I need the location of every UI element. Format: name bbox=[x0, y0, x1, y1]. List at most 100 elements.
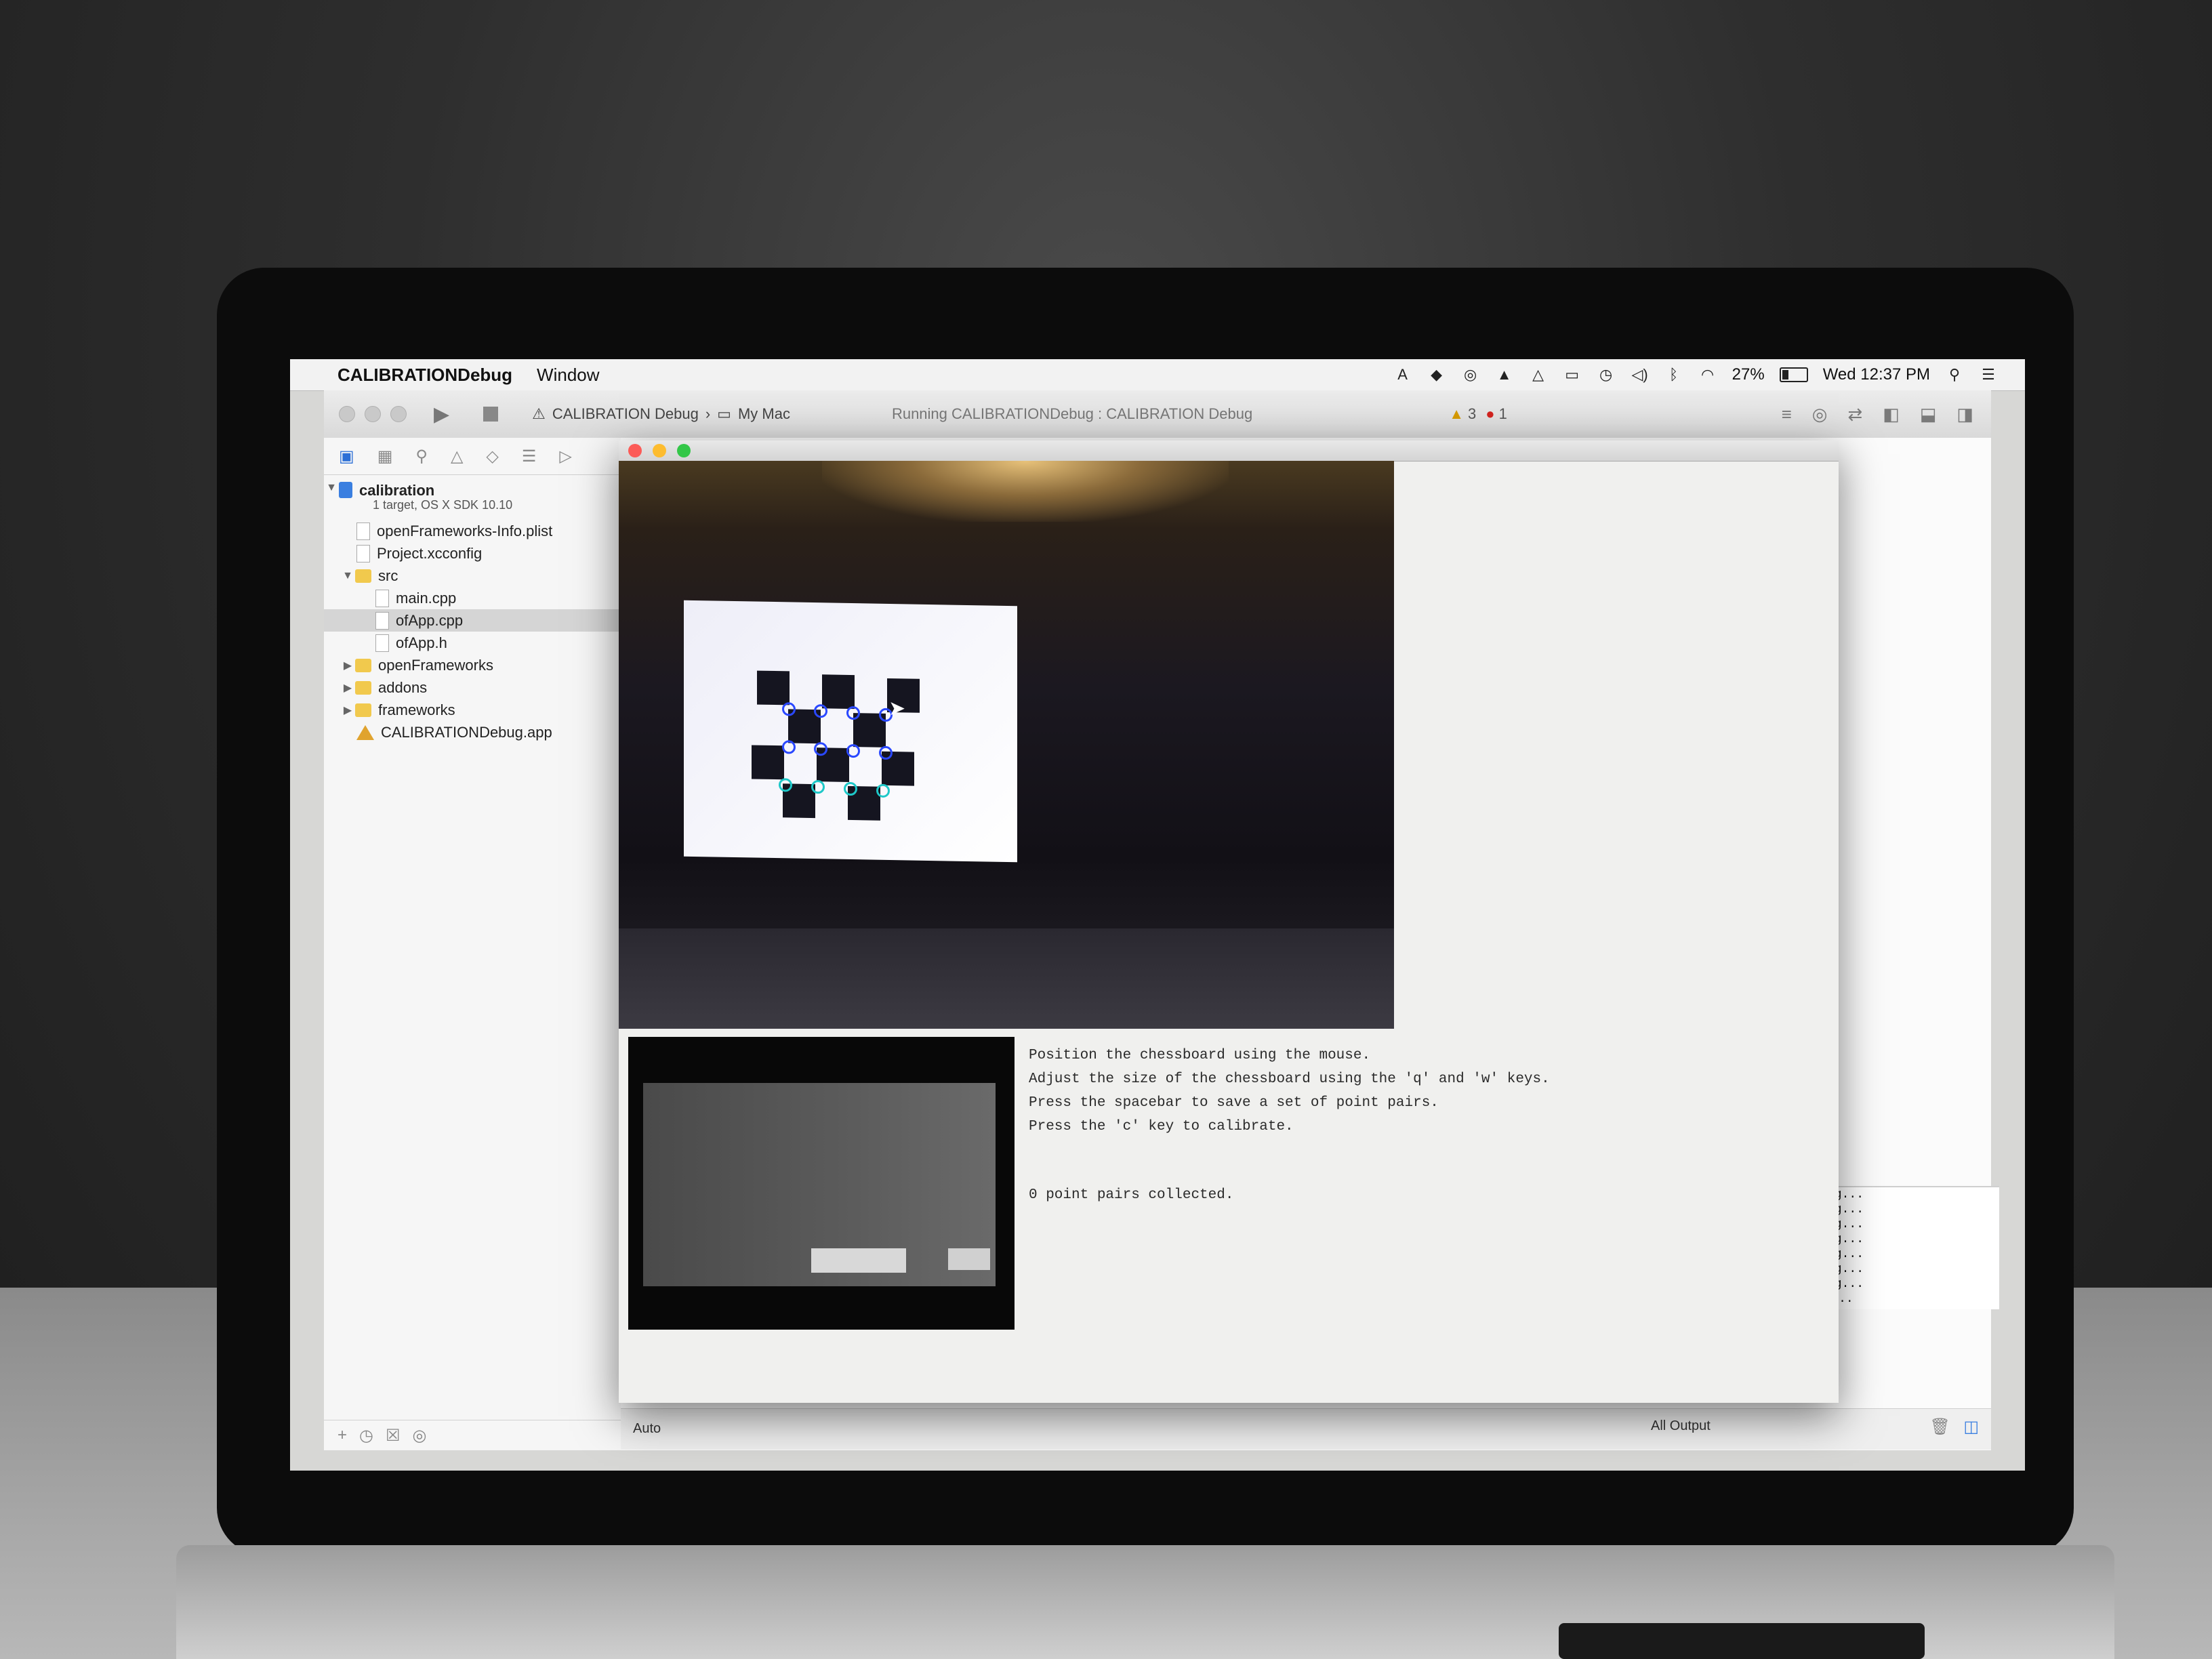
folder-icon bbox=[355, 703, 371, 717]
projected-chessboard bbox=[684, 600, 1017, 863]
xcode-toolbar: ▶ ⚠︎ CALIBRATION Debug › ▭ My Mac Runnin… bbox=[324, 390, 1991, 438]
dropbox-icon[interactable]: ◆ bbox=[1427, 365, 1446, 384]
menu-window[interactable]: Window bbox=[537, 365, 599, 386]
breakpoint-navigator-icon[interactable]: ▷ bbox=[559, 447, 571, 466]
scheme-destination[interactable]: My Mac bbox=[738, 405, 790, 423]
folder-icon[interactable]: ▣ bbox=[339, 447, 354, 466]
disclosure-closed-icon[interactable]: ▶ bbox=[340, 659, 355, 672]
volume-icon[interactable]: ◁) bbox=[1631, 365, 1650, 384]
file-icon bbox=[375, 611, 389, 630]
detected-corner bbox=[782, 702, 796, 716]
error-count[interactable]: 1 bbox=[1499, 405, 1507, 423]
output-filter-select[interactable]: All Output bbox=[1651, 1418, 1711, 1434]
bluetooth-icon[interactable]: ᛒ bbox=[1664, 365, 1683, 384]
trash-icon[interactable]: 🗑 bbox=[1930, 1417, 1950, 1437]
app-zoom-button[interactable] bbox=[677, 444, 691, 457]
tree-item-openframeworks[interactable]: ▶ openFrameworks bbox=[324, 654, 621, 676]
airplay-icon[interactable]: ▭ bbox=[1563, 365, 1582, 384]
recent-files-icon[interactable]: ◷ bbox=[359, 1426, 373, 1446]
battery-icon[interactable] bbox=[1779, 367, 1808, 382]
camera-feed[interactable]: ➤ bbox=[619, 461, 1394, 1029]
error-icon[interactable]: ● bbox=[1486, 405, 1494, 423]
disclosure-open-icon[interactable]: ▼ bbox=[324, 482, 339, 494]
tree-item-label: ofApp.h bbox=[396, 634, 447, 651]
file-tree: ▼ calibration 1 target, OS X SDK 10.10 o… bbox=[324, 475, 621, 743]
mac-icon: ▭ bbox=[717, 405, 731, 422]
ceiling-lamp bbox=[822, 461, 1229, 522]
tree-item-app[interactable]: CALIBRATIONDebug.app bbox=[324, 721, 621, 743]
tree-item-label: openFrameworks bbox=[378, 656, 493, 674]
status-area: A ◆ ◎ ▲ △ ▭ ◷ ◁) ᛒ ◠ 27% Wed 12:37 PM ⚲ … bbox=[1393, 359, 1998, 390]
search-icon[interactable]: ⚲ bbox=[415, 447, 428, 466]
scheme-selector[interactable]: ⚠︎ CALIBRATION Debug › ▭ My Mac bbox=[532, 405, 790, 423]
app-menu[interactable]: CALIBRATIONDebug bbox=[337, 365, 512, 386]
version-editor-icon[interactable]: ⇄ bbox=[1847, 404, 1862, 425]
debug-area-toggle-icon[interactable]: ⬓ bbox=[1920, 404, 1937, 425]
tree-item-xcconfig[interactable]: Project.xcconfig bbox=[324, 542, 621, 565]
standard-editor-icon[interactable]: ≡ bbox=[1782, 404, 1792, 425]
app-minimize-button[interactable] bbox=[653, 444, 666, 457]
source-control-filter-icon[interactable]: ☒ bbox=[386, 1426, 401, 1446]
navigator-tabs: ▣ ▦ ⚲ △ ◇ ☰ ▷ bbox=[324, 438, 621, 475]
tree-item-plist[interactable]: openFrameworks-Info.plist bbox=[324, 520, 621, 542]
assistant-editor-icon[interactable]: ◎ bbox=[1812, 404, 1828, 425]
issue-navigator-icon[interactable]: △ bbox=[451, 447, 463, 466]
tree-item-frameworks[interactable]: ▶ frameworks bbox=[324, 699, 621, 721]
desk-floor bbox=[619, 928, 1394, 1029]
folder-icon bbox=[355, 680, 371, 695]
run-button[interactable]: ▶ bbox=[434, 403, 449, 426]
test-navigator-icon[interactable]: ◇ bbox=[486, 447, 498, 466]
detected-corner bbox=[846, 743, 860, 758]
disclosure-closed-icon[interactable]: ▶ bbox=[340, 681, 355, 695]
adobe-icon[interactable]: A bbox=[1393, 365, 1412, 384]
debug-bar: Auto All Output 🗑 ◫ bbox=[621, 1408, 1991, 1450]
creative-cloud-icon[interactable]: ◎ bbox=[1461, 365, 1480, 384]
navigator-filter-bar: + ◷ ☒ ◎ bbox=[324, 1420, 634, 1450]
time-machine-icon[interactable]: ◷ bbox=[1597, 365, 1616, 384]
file-icon bbox=[356, 544, 370, 562]
close-button[interactable] bbox=[339, 406, 355, 422]
disclosure-closed-icon[interactable]: ▶ bbox=[340, 703, 355, 717]
clock[interactable]: Wed 12:37 PM bbox=[1823, 365, 1930, 384]
tree-item-src[interactable]: ▼ src bbox=[324, 565, 621, 587]
app-close-button[interactable] bbox=[628, 444, 642, 457]
instruction-line: Position the chessboard using the mouse. bbox=[1029, 1048, 1371, 1063]
chessboard-square bbox=[757, 670, 790, 705]
split-view-icon[interactable]: ◫ bbox=[1963, 1417, 1979, 1437]
folder-icon bbox=[355, 658, 371, 672]
project-row[interactable]: ▼ calibration 1 target, OS X SDK 10.10 bbox=[324, 479, 621, 520]
warning-icon[interactable]: ▲ bbox=[1449, 405, 1464, 423]
tree-item-label: Project.xcconfig bbox=[377, 544, 483, 562]
utilities-toggle-icon[interactable]: ◨ bbox=[1957, 404, 1973, 425]
variables-view-select[interactable]: Auto bbox=[633, 1421, 661, 1437]
minimize-button[interactable] bbox=[365, 406, 381, 422]
navigator-toggle-icon[interactable]: ◧ bbox=[1883, 404, 1900, 425]
notification-bell-icon[interactable]: ▲ bbox=[1495, 365, 1514, 384]
filter-icon[interactable]: ◎ bbox=[412, 1426, 426, 1446]
notification-center-icon[interactable]: ☰ bbox=[1979, 365, 1998, 384]
google-drive-icon[interactable]: △ bbox=[1529, 365, 1548, 384]
spotlight-search-icon[interactable]: ⚲ bbox=[1945, 365, 1964, 384]
tree-item-ofapp-cpp[interactable]: ofApp.cpp bbox=[324, 609, 621, 632]
debug-navigator-icon[interactable]: ☰ bbox=[522, 447, 537, 466]
toolbar-right: ≡ ◎ ⇄ ◧ ⬓ ◨ bbox=[1782, 404, 1973, 425]
disclosure-open-icon[interactable]: ▼ bbox=[340, 570, 355, 582]
symbol-navigator-icon[interactable]: ▦ bbox=[377, 447, 393, 466]
file-icon bbox=[375, 589, 389, 607]
keyboard-keys bbox=[1559, 1623, 1925, 1659]
stop-button[interactable] bbox=[483, 407, 499, 422]
wifi-icon[interactable]: ◠ bbox=[1698, 365, 1717, 384]
tree-item-ofapp-h[interactable]: ofApp.h bbox=[324, 632, 621, 654]
detected-corner bbox=[879, 745, 893, 760]
tree-item-main-cpp[interactable]: main.cpp bbox=[324, 587, 621, 609]
tree-item-label: frameworks bbox=[378, 701, 455, 718]
add-button[interactable]: + bbox=[337, 1426, 347, 1445]
instruction-line: Press the spacebar to save a set of poin… bbox=[1029, 1095, 1439, 1111]
tree-item-label: CALIBRATIONDebug.app bbox=[381, 723, 552, 741]
zoom-button[interactable] bbox=[390, 406, 407, 422]
scheme-target[interactable]: CALIBRATION Debug bbox=[552, 405, 699, 423]
tree-item-addons[interactable]: ▶ addons bbox=[324, 676, 621, 699]
instruction-line: Adjust the size of the chessboard using … bbox=[1029, 1071, 1550, 1087]
warning-count[interactable]: 3 bbox=[1468, 405, 1476, 423]
tree-item-label: addons bbox=[378, 678, 428, 696]
